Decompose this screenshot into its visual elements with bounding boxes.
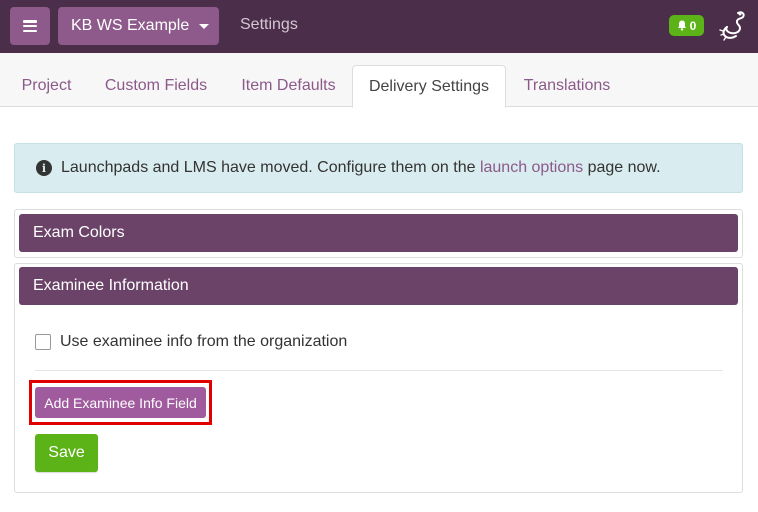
tab-translations[interactable]: Translations	[508, 65, 626, 107]
use-org-info-checkbox[interactable]	[35, 334, 51, 350]
alert-text: Launchpads and LMS have moved. Configure…	[61, 159, 661, 176]
launch-options-link[interactable]: launch options	[480, 159, 583, 176]
scorpion-logo-icon[interactable]	[719, 9, 747, 43]
divider	[35, 370, 723, 371]
hamburger-menu-icon[interactable]	[10, 7, 50, 45]
add-examinee-info-field-button[interactable]: Add Examinee Info Field	[35, 387, 206, 418]
project-name: KB WS Example	[71, 17, 190, 34]
project-dropdown[interactable]: KB WS Example	[58, 7, 219, 45]
tab-item-defaults[interactable]: Item Defaults	[226, 65, 351, 107]
tab-delivery-settings[interactable]: Delivery Settings	[352, 65, 506, 108]
notification-count: 0	[689, 18, 697, 33]
use-org-info-label[interactable]: Use examinee info from the organization	[60, 333, 347, 351]
settings-tabs: Project Custom Fields Item Defaults Deli…	[0, 53, 758, 108]
info-circle-icon: i	[36, 160, 52, 176]
save-button[interactable]: Save	[35, 434, 98, 472]
use-org-info-row: Use examinee info from the organization	[35, 333, 347, 351]
nav-settings-link[interactable]: Settings	[240, 16, 298, 34]
tab-custom-fields[interactable]: Custom Fields	[88, 65, 224, 107]
info-alert: i Launchpads and LMS have moved. Configu…	[14, 143, 743, 193]
examinee-information-header[interactable]: Examinee Information	[19, 267, 738, 305]
bell-icon	[677, 20, 686, 31]
top-navbar: KB WS Example Settings 0	[0, 0, 758, 53]
exam-colors-header[interactable]: Exam Colors	[19, 214, 738, 252]
examinee-information-panel: Examinee Information Use examinee info f…	[14, 263, 743, 493]
caret-down-icon	[199, 23, 210, 29]
tab-project[interactable]: Project	[8, 65, 85, 107]
notification-badge[interactable]: 0	[669, 15, 704, 36]
exam-colors-panel: Exam Colors	[14, 209, 743, 258]
